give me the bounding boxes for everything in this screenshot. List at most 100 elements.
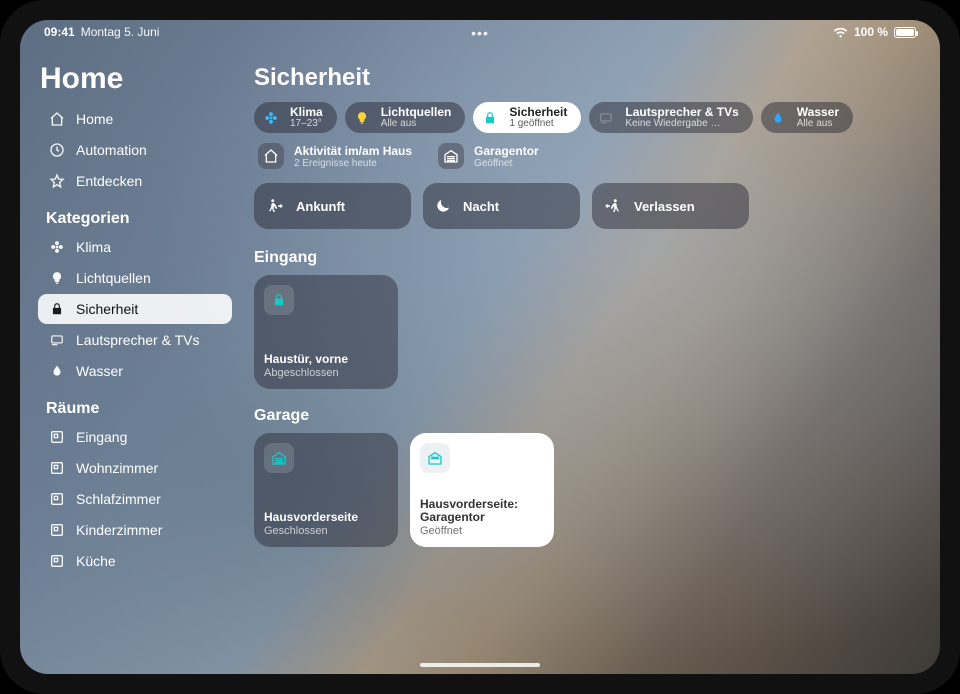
pill-lautsprecher & tvs[interactable]: Lautsprecher & TVs Keine Wiedergabe … — [589, 102, 752, 133]
bulb-icon — [351, 107, 373, 129]
group-header-garage: Garage — [254, 407, 914, 425]
sidebar-category-klima[interactable]: Klima — [38, 232, 232, 262]
sidebar-item-label: Klima — [76, 239, 111, 255]
bulb-icon — [48, 269, 66, 287]
pill-title: Lichtquellen — [381, 106, 452, 119]
drop-icon — [767, 107, 789, 129]
garage-open-icon — [420, 443, 450, 473]
sidebar-item-label: Eingang — [76, 429, 127, 445]
lock-icon — [48, 300, 66, 318]
status-subtitle: Geöffnet — [474, 158, 539, 169]
pill-title: Sicherheit — [509, 106, 567, 119]
pill-subtitle: 1 geöffnet — [509, 119, 567, 130]
tile-hausvorderseite[interactable]: Hausvorderseite Geschlossen — [254, 433, 398, 547]
pill-title: Wasser — [797, 106, 839, 119]
tv-icon — [595, 107, 617, 129]
group-header-eingang: Eingang — [254, 249, 914, 267]
sidebar-item-label: Automation — [76, 142, 147, 158]
battery-text: 100 % — [854, 25, 888, 39]
pill-sicherheit[interactable]: Sicherheit 1 geöffnet — [473, 102, 581, 133]
sidebar: Home Home Automation Entdecken Kategorie… — [20, 20, 244, 674]
lock-icon — [479, 107, 501, 129]
room-icon — [48, 459, 66, 477]
scene-nacht[interactable]: Nacht — [423, 183, 580, 229]
garage-icon — [264, 443, 294, 473]
tile-row: Haustür, vorne Abgeschlossen — [254, 275, 914, 389]
status-garage[interactable]: Garagentor Geöffnet — [438, 143, 539, 169]
room-icon — [48, 521, 66, 539]
fan-icon — [48, 238, 66, 256]
home-indicator[interactable] — [420, 663, 540, 667]
room-icon — [48, 552, 66, 570]
scene-verlassen[interactable]: Verlassen — [592, 183, 749, 229]
scene-label: Verlassen — [634, 199, 695, 214]
device-frame: ••• 09:41 Montag 5. Juni 100 % Home Home — [0, 0, 960, 694]
house-icon — [258, 143, 284, 169]
scene-ankunft[interactable]: Ankunft — [254, 183, 411, 229]
tv-icon — [48, 331, 66, 349]
pill-subtitle: 17–23° — [290, 119, 323, 130]
tile-hausvorderseite-garagentor[interactable]: Hausvorderseite: Garagentor Geöffnet — [410, 433, 554, 547]
sidebar-item-label: Küche — [76, 553, 116, 569]
sidebar-room-kinderzimmer[interactable]: Kinderzimmer — [38, 515, 232, 545]
screen: ••• 09:41 Montag 5. Juni 100 % Home Home — [20, 20, 940, 674]
date: Montag 5. Juni — [81, 25, 160, 39]
page-title: Sicherheit — [254, 64, 914, 92]
sidebar-nav-home[interactable]: Home — [38, 104, 232, 134]
status-subtitle: 2 Ereignisse heute — [294, 158, 412, 169]
sidebar-item-label: Lichtquellen — [76, 270, 151, 286]
garage-icon — [438, 143, 464, 169]
room-icon — [48, 490, 66, 508]
sidebar-category-wasser[interactable]: Wasser — [38, 356, 232, 386]
pill-klima[interactable]: Klima 17–23° — [254, 102, 337, 133]
sidebar-item-label: Lautsprecher & TVs — [76, 332, 199, 348]
tile-title: Hausvorderseite: Garagentor — [420, 498, 544, 526]
status-house[interactable]: Aktivität im/am Haus 2 Ereignisse heute — [258, 143, 412, 169]
status-bar: 09:41 Montag 5. Juni 100 % — [20, 20, 940, 44]
pill-lichtquellen[interactable]: Lichtquellen Alle aus — [345, 102, 466, 133]
main: Sicherheit Klima 17–23° Lichtquellen All… — [244, 20, 940, 674]
tile-subtitle: Abgeschlossen — [264, 367, 388, 379]
status-row: Aktivität im/am Haus 2 Ereignisse heute … — [258, 143, 914, 169]
tile-subtitle: Geschlossen — [264, 525, 388, 537]
tile-haust-r-vorne[interactable]: Haustür, vorne Abgeschlossen — [254, 275, 398, 389]
pill-title: Klima — [290, 106, 323, 119]
sidebar-category-sicherheit[interactable]: Sicherheit — [38, 294, 232, 324]
sidebar-item-label: Entdecken — [76, 173, 142, 189]
arrive-icon — [266, 197, 284, 215]
sidebar-room-eingang[interactable]: Eingang — [38, 422, 232, 452]
battery-icon — [894, 27, 916, 38]
moon-icon — [435, 198, 451, 214]
pill-subtitle: Alle aus — [381, 119, 452, 130]
lock-icon — [264, 285, 294, 315]
sidebar-category-lichtquellen[interactable]: Lichtquellen — [38, 263, 232, 293]
drop-icon — [48, 362, 66, 380]
sidebar-room-wohnzimmer[interactable]: Wohnzimmer — [38, 453, 232, 483]
sidebar-category-lautsprecher & tvs[interactable]: Lautsprecher & TVs — [38, 325, 232, 355]
clock: 09:41 — [44, 25, 75, 39]
pill-subtitle: Keine Wiedergabe … — [625, 119, 738, 130]
sidebar-nav-entdecken[interactable]: Entdecken — [38, 166, 232, 196]
wifi-icon — [833, 27, 848, 38]
sidebar-room-schlafzimmer[interactable]: Schlafzimmer — [38, 484, 232, 514]
status-title: Aktivität im/am Haus — [294, 144, 412, 158]
sidebar-item-label: Schlafzimmer — [76, 491, 161, 507]
leave-icon — [604, 197, 622, 215]
sidebar-nav-automation[interactable]: Automation — [38, 135, 232, 165]
star-icon — [48, 172, 66, 190]
sidebar-item-label: Wasser — [76, 363, 123, 379]
category-pill-row: Klima 17–23° Lichtquellen Alle aus Siche… — [254, 102, 914, 133]
room-icon — [48, 428, 66, 446]
pill-wasser[interactable]: Wasser Alle aus — [761, 102, 853, 133]
house-icon — [48, 110, 66, 128]
sidebar-section-categories: Kategorien — [46, 210, 232, 228]
sidebar-room-küche[interactable]: Küche — [38, 546, 232, 576]
status-title: Garagentor — [474, 144, 539, 158]
tile-row: Hausvorderseite Geschlossen Hausvorderse… — [254, 433, 914, 547]
app-title: Home — [40, 62, 232, 96]
clock-icon — [48, 141, 66, 159]
sidebar-item-label: Kinderzimmer — [76, 522, 162, 538]
tile-title: Haustür, vorne — [264, 353, 388, 367]
scene-row: Ankunft Nacht Verlassen — [254, 183, 914, 229]
tile-subtitle: Geöffnet — [420, 525, 544, 537]
